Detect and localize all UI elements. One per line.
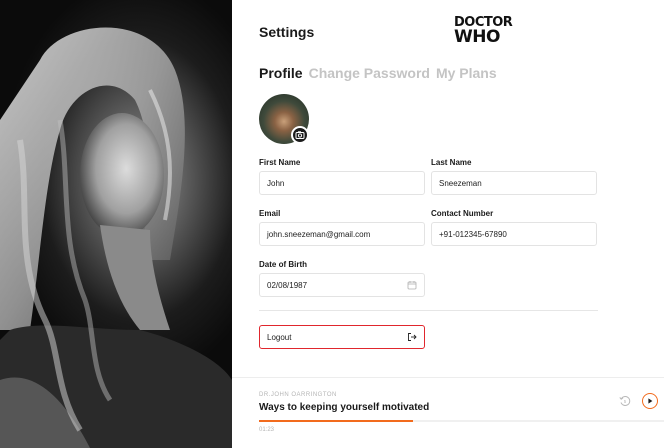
camera-icon-glyph [295,131,305,139]
email-field[interactable]: john.sneezeman@gmail.com [259,222,425,246]
contact-number-field[interactable]: +91-012345-67890 [431,222,597,246]
player-separator [232,377,664,378]
email-label: Email [259,209,281,218]
player-time: 01:23 [259,427,275,433]
first-name-value: John [267,178,285,188]
contact-number-value: +91-012345-67890 [439,229,507,239]
brand-logo: DOCTOR WHO [454,16,513,47]
player-author: DR.JOHN OARRINGTON [259,392,337,398]
play-button[interactable] [642,393,658,409]
logout-icon [408,333,417,341]
brand-logo-line2: WHO [454,27,500,47]
last-name-value: Sneezeman [439,178,482,188]
settings-tabs: Profile Change Password My Plans [259,65,497,81]
progress-bar[interactable] [259,420,664,422]
tab-change-password[interactable]: Change Password [309,65,430,81]
dob-value: 02/08/1987 [267,280,308,290]
email-value: john.sneezeman@gmail.com [267,229,371,239]
dob-field[interactable]: 02/08/1987 [259,273,425,297]
calendar-icon[interactable] [407,280,417,290]
player-title: Ways to keeping yourself motivated [259,402,430,413]
logout-label: Logout [267,332,292,342]
logout-button[interactable]: Logout [259,325,425,349]
portrait-illustration [0,27,232,448]
contact-number-label: Contact Number [431,209,494,218]
first-name-label: First Name [259,158,301,167]
first-name-field[interactable]: John [259,171,425,195]
hero-portrait-image [0,0,232,448]
settings-panel: Settings DOCTOR WHO Profile Change Passw… [232,0,664,448]
last-name-field[interactable]: Sneezeman [431,171,597,195]
progress-bar-fill [259,420,413,422]
page-title: Settings [259,24,315,40]
tab-profile[interactable]: Profile [259,65,303,81]
svg-text:5: 5 [624,399,627,404]
tab-my-plans[interactable]: My Plans [436,65,497,81]
replay-icon[interactable]: 5 [618,394,632,408]
camera-icon[interactable] [291,126,309,144]
last-name-label: Last Name [431,158,472,167]
form-divider [259,310,598,311]
dob-label: Date of Birth [259,260,307,269]
play-icon [648,398,653,404]
